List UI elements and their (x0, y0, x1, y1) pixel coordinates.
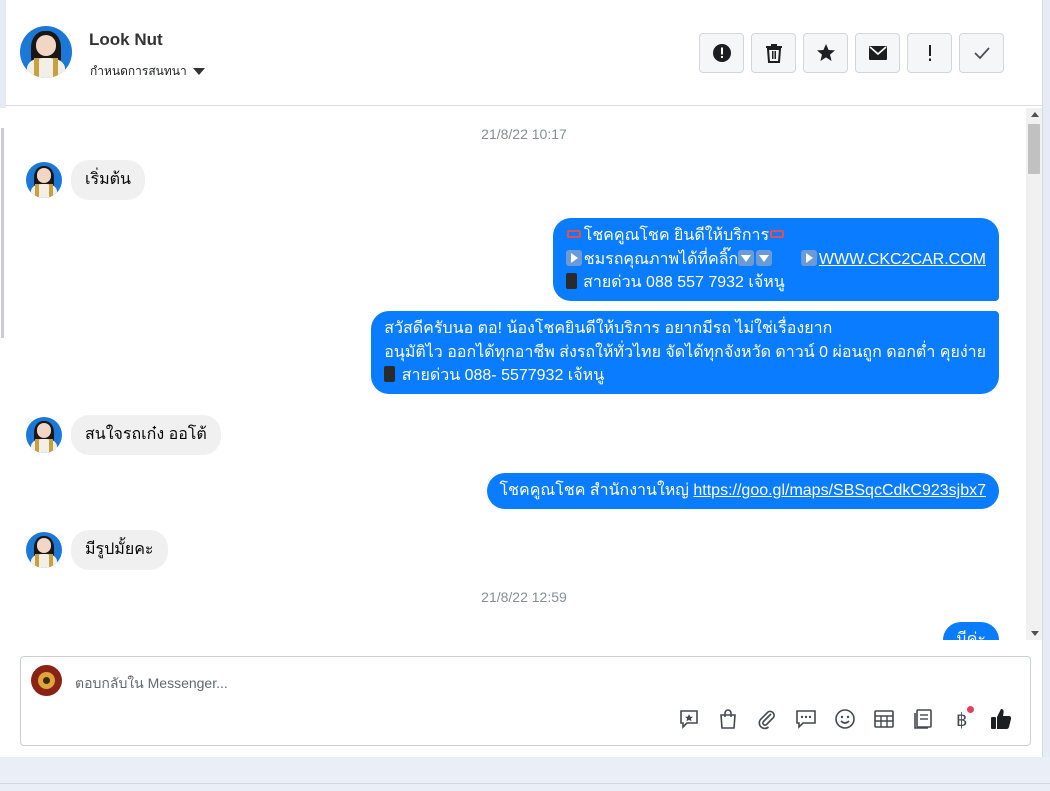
scroll-up-arrow-icon[interactable] (1031, 112, 1039, 117)
incoming-message[interactable]: มีรูปมั้ยคะ (71, 530, 168, 570)
sender-avatar[interactable] (26, 417, 62, 453)
scroll-down-arrow-icon[interactable] (1031, 631, 1039, 636)
sparkle-icon (769, 226, 785, 242)
message-line: สายด่วน 088 557 7932 เจ้หนู (565, 271, 986, 295)
chat-bubble-icon[interactable] (793, 706, 818, 731)
sparkle-icon (566, 226, 582, 242)
outgoing-message[interactable]: มีค่ะ (943, 622, 999, 640)
saved-reply-icon[interactable] (676, 706, 701, 731)
incoming-message[interactable]: เริ่มต้น (71, 160, 145, 200)
svg-text:฿: ฿ (956, 710, 967, 730)
notification-dot (967, 706, 974, 713)
assign-conversation-dropdown[interactable]: กำหนดการสนทนา (90, 62, 205, 81)
left-panel-edge (0, 108, 6, 757)
page-avatar (31, 665, 62, 696)
website-link[interactable]: WWW.CKC2CAR.COM (819, 251, 986, 268)
message-line: โชคคูณโชค ยินดีให้บริการ (566, 224, 986, 248)
follow-up-button[interactable] (907, 33, 952, 73)
exclamation-icon (928, 45, 931, 61)
incoming-message-row: เริ่มต้น (26, 160, 145, 200)
incoming-message[interactable]: สนใจรถเก๋ง ออโต้ (71, 415, 221, 455)
mark-done-button[interactable] (959, 33, 1004, 73)
message-line: ชมรถคุณภาพได้ที่คลิ๊ก WWW.CKC2CAR.COM (565, 248, 986, 272)
paperclip-icon[interactable] (754, 706, 779, 731)
taskbar-strip (0, 757, 1050, 791)
chat-scrollbar[interactable] (1026, 108, 1042, 640)
message-line: อนุมัติไว ออกได้ทุกอาชีพ ส่งรถให้ทั่วไทย… (384, 343, 986, 361)
star-button[interactable] (803, 33, 848, 73)
sender-avatar[interactable] (26, 162, 62, 198)
table-icon[interactable] (871, 706, 896, 731)
reply-input[interactable] (73, 671, 577, 695)
message-line: สวัสดีครับนอ ตอ! น้องโชคยินดีให้บริการ อ… (384, 320, 833, 337)
caret-down-icon (192, 68, 205, 75)
incoming-message-row: มีรูปมั้ยคะ (26, 530, 168, 570)
timestamp: 21/8/22 10:17 (481, 126, 567, 142)
contact-name[interactable]: Look Nut (89, 30, 163, 50)
spam-button[interactable] (699, 33, 744, 73)
down-arrow-icon (756, 249, 773, 266)
reply-composer: ฿ (20, 656, 1031, 746)
alert-circle-icon (712, 44, 731, 62)
emoji-icon[interactable] (832, 706, 857, 731)
phone-icon (565, 273, 577, 289)
envelope-icon (868, 46, 887, 60)
message-line: สายด่วน 088- 5577932 เจ้หนู (384, 364, 986, 388)
inbox-window: Look Nut กำหนดการสนทนา 21/8/22 10:17 เริ… (6, 0, 1043, 757)
composer-toolbar: ฿ (676, 706, 1013, 731)
header-actions (699, 33, 1004, 73)
timestamp: 21/8/22 12:59 (481, 589, 567, 605)
contact-avatar[interactable] (20, 26, 72, 78)
outgoing-message[interactable]: โชคคูณโชค สำนักงานใหญ่ https://goo.gl/ma… (486, 473, 999, 509)
sender-avatar[interactable] (26, 532, 62, 568)
phone-icon (384, 366, 396, 382)
down-arrow-icon (738, 249, 755, 266)
shop-bag-icon[interactable] (715, 706, 740, 731)
outgoing-message[interactable]: สวัสดีครับนอ ตอ! น้องโชคยินดีให้บริการ อ… (371, 311, 999, 394)
scroll-thumb[interactable] (1028, 124, 1040, 174)
book-icon[interactable] (910, 706, 935, 731)
map-link[interactable]: https://goo.gl/maps/SBSqcCdkC923sjbx7 (693, 482, 986, 499)
baht-icon[interactable]: ฿ (949, 706, 974, 731)
thumbs-up-icon[interactable] (988, 706, 1013, 731)
outgoing-message[interactable]: โชคคูณโชค ยินดีให้บริการ ชมรถคุณภาพได้ที… (552, 218, 999, 301)
play-icon (800, 249, 817, 266)
assign-label: กำหนดการสนทนา (90, 64, 187, 78)
message-thread: 21/8/22 10:17 เริ่มต้น โชคคูณโชค ยินดีให… (6, 106, 1042, 640)
star-icon (816, 44, 835, 61)
checkmark-icon (973, 47, 990, 60)
mark-unread-button[interactable] (855, 33, 900, 73)
incoming-message-row: สนใจรถเก๋ง ออโต้ (26, 415, 221, 455)
trash-icon (765, 44, 782, 63)
delete-button[interactable] (751, 33, 796, 73)
play-icon (565, 249, 582, 266)
conversation-header: Look Nut กำหนดการสนทนา (6, 0, 1042, 106)
